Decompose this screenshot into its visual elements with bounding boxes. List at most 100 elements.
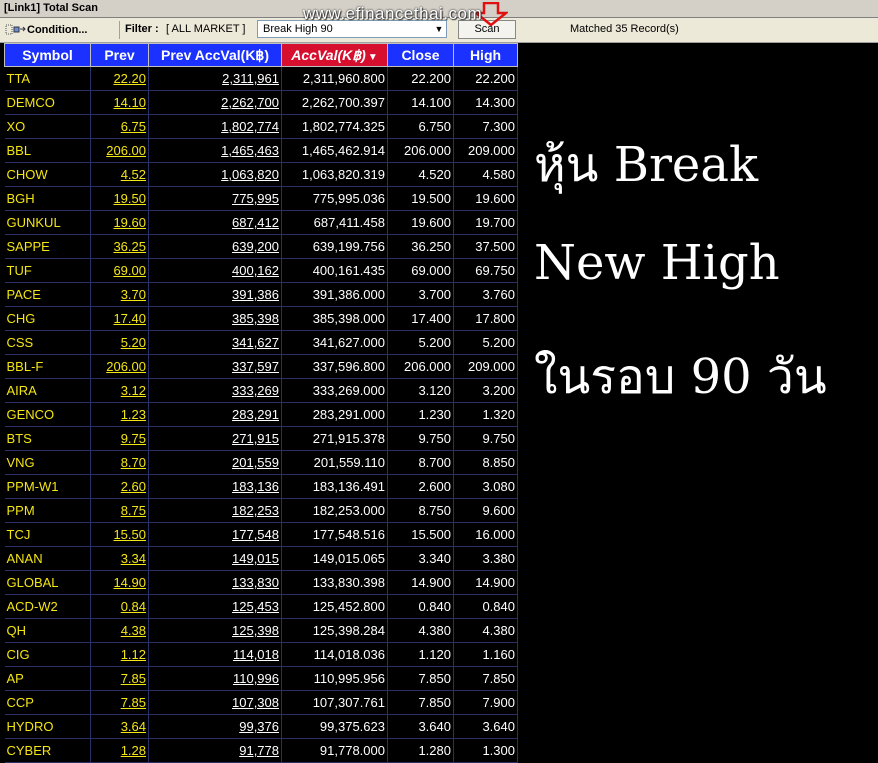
cell-symbol[interactable]: ACD-W2: [4, 594, 91, 619]
cell-prev[interactable]: 14.90: [90, 570, 149, 595]
cell-prev-accval[interactable]: 337,597: [148, 354, 282, 379]
cell-prev[interactable]: 69.00: [90, 258, 149, 283]
cell-prev-accval[interactable]: 391,386: [148, 282, 282, 307]
table-row[interactable]: BGH 19.50 775,995 775,995.036 19.500 19.600: [4, 186, 518, 211]
market-filter[interactable]: [ ALL MARKET ]: [166, 23, 245, 35]
cell-symbol[interactable]: GENCO: [4, 402, 91, 427]
cell-prev-accval[interactable]: 271,915: [148, 426, 282, 451]
cell-prev-accval[interactable]: 2,262,700: [148, 90, 282, 115]
column-header-prev[interactable]: Prev: [90, 43, 149, 67]
cell-prev-accval[interactable]: 99,376: [148, 714, 282, 739]
cell-prev[interactable]: 3.34: [90, 546, 149, 571]
cell-prev[interactable]: 7.85: [90, 666, 149, 691]
cell-symbol[interactable]: PPM: [4, 498, 91, 523]
cell-prev[interactable]: 206.00: [90, 354, 149, 379]
cell-prev[interactable]: 0.84: [90, 594, 149, 619]
cell-prev-accval[interactable]: 1,063,820: [148, 162, 282, 187]
cell-prev[interactable]: 8.70: [90, 450, 149, 475]
column-header-prev-accval[interactable]: Prev AccVal(K฿): [148, 43, 282, 67]
column-header-symbol[interactable]: Symbol: [4, 43, 91, 67]
cell-prev-accval[interactable]: 114,018: [148, 642, 282, 667]
cell-symbol[interactable]: SAPPE: [4, 234, 91, 259]
cell-prev-accval[interactable]: 687,412: [148, 210, 282, 235]
cell-symbol[interactable]: BBL: [4, 138, 91, 163]
table-row[interactable]: CYBER 1.28 91,778 91,778.000 1.280 1.300: [4, 738, 518, 763]
cell-prev[interactable]: 19.60: [90, 210, 149, 235]
cell-symbol[interactable]: AP: [4, 666, 91, 691]
cell-symbol[interactable]: TTA: [4, 66, 91, 91]
cell-prev-accval[interactable]: 91,778: [148, 738, 282, 763]
cell-prev[interactable]: 3.64: [90, 714, 149, 739]
table-row[interactable]: BBL-F 206.00 337,597 337,596.800 206.000 209.…: [4, 354, 518, 379]
cell-symbol[interactable]: CCP: [4, 690, 91, 715]
cell-symbol[interactable]: GLOBAL: [4, 570, 91, 595]
table-row[interactable]: CHOW 4.52 1,063,820 1,063,820.319 4.520 4.580: [4, 162, 518, 187]
table-row[interactable]: AIRA 3.12 333,269 333,269.000 3.120 3.200: [4, 378, 518, 403]
table-row[interactable]: ACD-W2 0.84 125,453 125,452.800 0.840 0.840: [4, 594, 518, 619]
cell-symbol[interactable]: DEMCO: [4, 90, 91, 115]
table-row[interactable]: PPM-W1 2.60 183,136 183,136.491 2.600 3.080: [4, 474, 518, 499]
cell-prev-accval[interactable]: 1,802,774: [148, 114, 282, 139]
table-row[interactable]: CCP 7.85 107,308 107,307.761 7.850 7.900: [4, 690, 518, 715]
column-header-close[interactable]: Close: [387, 43, 454, 67]
table-row[interactable]: XO 6.75 1,802,774 1,802,774.325 6.750 7.300: [4, 114, 518, 139]
condition-button[interactable]: Condition...: [5, 20, 115, 39]
cell-prev-accval[interactable]: 283,291: [148, 402, 282, 427]
table-row[interactable]: DEMCO 14.10 2,262,700 2,262,700.397 14.100 14…: [4, 90, 518, 115]
cell-symbol[interactable]: BGH: [4, 186, 91, 211]
cell-prev-accval[interactable]: 110,996: [148, 666, 282, 691]
cell-symbol[interactable]: TUF: [4, 258, 91, 283]
cell-symbol[interactable]: TCJ: [4, 522, 91, 547]
cell-symbol[interactable]: PACE: [4, 282, 91, 307]
table-row[interactable]: PPM 8.75 182,253 182,253.000 8.750 9.600: [4, 498, 518, 523]
table-row[interactable]: CIG 1.12 114,018 114,018.036 1.120 1.160: [4, 642, 518, 667]
cell-prev-accval[interactable]: 341,627: [148, 330, 282, 355]
cell-prev[interactable]: 7.85: [90, 690, 149, 715]
cell-symbol[interactable]: AIRA: [4, 378, 91, 403]
table-row[interactable]: TCJ 15.50 177,548 177,548.516 15.500 16.000: [4, 522, 518, 547]
table-row[interactable]: AP 7.85 110,996 110,995.956 7.850 7.850: [4, 666, 518, 691]
cell-prev-accval[interactable]: 183,136: [148, 474, 282, 499]
table-row[interactable]: TTA 22.20 2,311,961 2,311,960.800 22.200 22.2…: [4, 66, 518, 91]
cell-prev-accval[interactable]: 133,830: [148, 570, 282, 595]
table-row[interactable]: ANAN 3.34 149,015 149,015.065 3.340 3.380: [4, 546, 518, 571]
cell-prev[interactable]: 22.20: [90, 66, 149, 91]
cell-prev-accval[interactable]: 125,453: [148, 594, 282, 619]
cell-prev[interactable]: 6.75: [90, 114, 149, 139]
cell-prev[interactable]: 17.40: [90, 306, 149, 331]
cell-prev-accval[interactable]: 107,308: [148, 690, 282, 715]
table-row[interactable]: GUNKUL 19.60 687,412 687,411.458 19.600 19.70…: [4, 210, 518, 235]
cell-prev-accval[interactable]: 201,559: [148, 450, 282, 475]
cell-prev[interactable]: 36.25: [90, 234, 149, 259]
table-row[interactable]: TUF 69.00 400,162 400,161.435 69.000 69.750: [4, 258, 518, 283]
table-row[interactable]: BBL 206.00 1,465,463 1,465,462.914 206.000 20…: [4, 138, 518, 163]
cell-prev-accval[interactable]: 2,311,961: [148, 66, 282, 91]
table-row[interactable]: SAPPE 36.25 639,200 639,199.756 36.250 37.500: [4, 234, 518, 259]
cell-symbol[interactable]: PPM-W1: [4, 474, 91, 499]
cell-prev[interactable]: 2.60: [90, 474, 149, 499]
cell-prev[interactable]: 4.52: [90, 162, 149, 187]
cell-prev-accval[interactable]: 333,269: [148, 378, 282, 403]
column-header-high[interactable]: High: [453, 43, 518, 67]
cell-prev-accval[interactable]: 1,465,463: [148, 138, 282, 163]
cell-symbol[interactable]: CSS: [4, 330, 91, 355]
cell-prev[interactable]: 206.00: [90, 138, 149, 163]
table-row[interactable]: BTS 9.75 271,915 271,915.378 9.750 9.750: [4, 426, 518, 451]
cell-symbol[interactable]: ANAN: [4, 546, 91, 571]
cell-prev[interactable]: 8.75: [90, 498, 149, 523]
cell-symbol[interactable]: BBL-F: [4, 354, 91, 379]
table-row[interactable]: CHG 17.40 385,398 385,398.000 17.400 17.800: [4, 306, 518, 331]
cell-symbol[interactable]: CHOW: [4, 162, 91, 187]
cell-prev[interactable]: 1.12: [90, 642, 149, 667]
cell-prev[interactable]: 1.28: [90, 738, 149, 763]
cell-prev[interactable]: 1.23: [90, 402, 149, 427]
cell-prev-accval[interactable]: 385,398: [148, 306, 282, 331]
cell-prev-accval[interactable]: 182,253: [148, 498, 282, 523]
cell-symbol[interactable]: CIG: [4, 642, 91, 667]
cell-prev-accval[interactable]: 149,015: [148, 546, 282, 571]
table-row[interactable]: GLOBAL 14.90 133,830 133,830.398 14.900 14.90…: [4, 570, 518, 595]
table-row[interactable]: CSS 5.20 341,627 341,627.000 5.200 5.200: [4, 330, 518, 355]
cell-prev[interactable]: 4.38: [90, 618, 149, 643]
cell-symbol[interactable]: GUNKUL: [4, 210, 91, 235]
cell-symbol[interactable]: CYBER: [4, 738, 91, 763]
